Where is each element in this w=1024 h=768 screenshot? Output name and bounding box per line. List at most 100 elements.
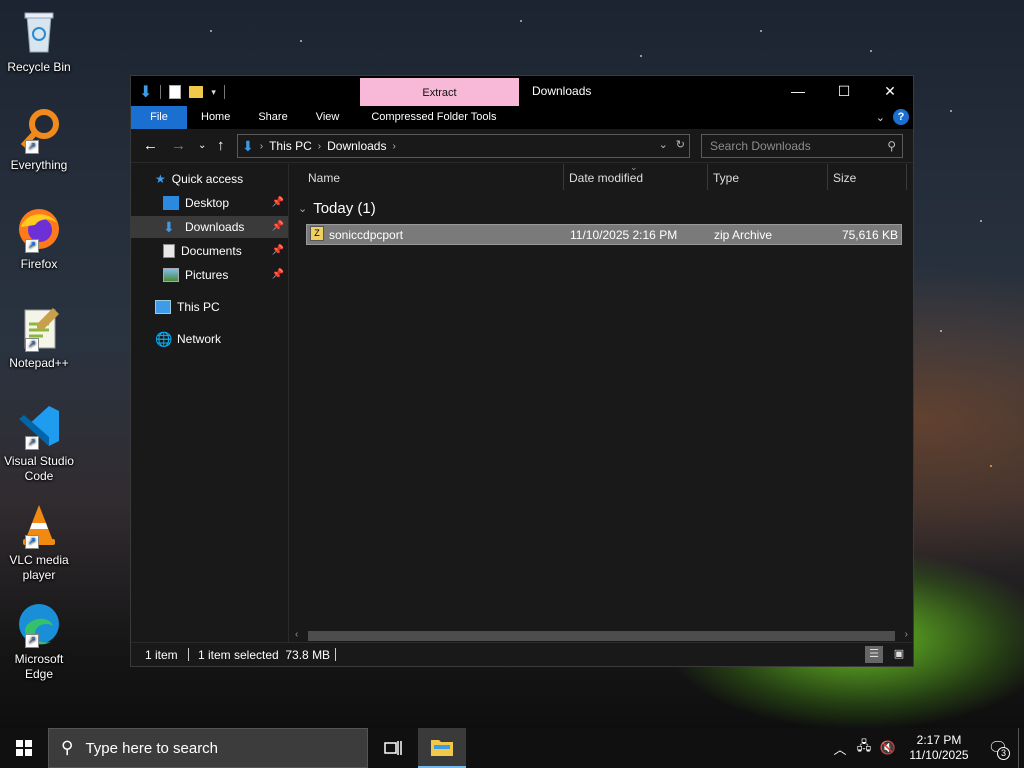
column-name[interactable]: Name bbox=[308, 171, 340, 185]
download-arrow-icon: ⬇ bbox=[139, 84, 153, 101]
pin-icon[interactable]: 📌 bbox=[272, 192, 284, 214]
desktop-icon-label: Firefox bbox=[20, 257, 58, 271]
extract-contextual-tab[interactable]: Extract bbox=[360, 78, 519, 106]
nav-item-downloads[interactable]: ⬇ Downloads 📌 bbox=[131, 216, 288, 238]
column-date-modified[interactable]: Date modified bbox=[569, 171, 643, 185]
edge-icon: ↗ bbox=[15, 600, 63, 648]
zip-file-icon: Z bbox=[310, 226, 324, 241]
desktop-icon-everything[interactable]: ↗ Everything bbox=[2, 106, 76, 173]
address-bar[interactable]: ⬇ › This PC › Downloads › ⌄ ↻ bbox=[237, 134, 690, 158]
maximize-button[interactable]: ☐ bbox=[821, 76, 867, 106]
shortcut-arrow-icon: ↗ bbox=[25, 535, 39, 549]
taskbar-search-box[interactable]: ⚲ Type here to search bbox=[48, 728, 368, 768]
nav-item-pictures[interactable]: Pictures 📌 bbox=[163, 264, 288, 286]
collapse-chevron-icon: ⌄ bbox=[298, 203, 308, 215]
nav-label: Quick access bbox=[171, 172, 244, 186]
breadcrumb-this-pc[interactable]: This PC bbox=[263, 139, 318, 153]
new-folder-icon[interactable] bbox=[189, 86, 204, 98]
status-bar: 1 item 1 item selected 73.8 MB ☰ ▣ bbox=[131, 642, 913, 666]
navigation-pane: ★ Quick access Desktop 📌 ⬇ Downloads 📌 D… bbox=[131, 164, 289, 644]
desktop-icon-vscode[interactable]: ↗ Visual Studio Code bbox=[2, 402, 76, 484]
pin-icon[interactable]: 📌 bbox=[272, 240, 284, 262]
shortcut-arrow-icon: ↗ bbox=[25, 634, 39, 648]
tab-share[interactable]: Share bbox=[244, 106, 301, 129]
taskbar-search-placeholder: Type here to search bbox=[85, 739, 219, 757]
search-input[interactable]: Search Downloads ⚲ bbox=[701, 134, 903, 158]
scrollbar-thumb[interactable] bbox=[308, 631, 895, 641]
nav-label: Pictures bbox=[185, 268, 229, 282]
column-size[interactable]: Size bbox=[833, 171, 856, 185]
desktop-icon-label: Microsoft Edge bbox=[14, 652, 64, 681]
everything-search-icon: ↗ bbox=[15, 106, 63, 154]
show-hidden-icons-icon[interactable]: ︿ bbox=[828, 739, 852, 758]
back-arrow-icon[interactable]: ← bbox=[143, 137, 158, 154]
help-icon[interactable]: ? bbox=[893, 109, 909, 125]
file-explorer-window[interactable]: ⬇ ▾ Extract Downloads — ☐ ✕ File Home Sh… bbox=[130, 75, 914, 667]
file-explorer-icon bbox=[431, 740, 453, 756]
desktop-icon-label: Recycle Bin bbox=[7, 60, 71, 74]
customize-qat-icon[interactable]: ▾ bbox=[211, 87, 216, 98]
address-dropdown-icon[interactable]: ⌄ bbox=[659, 138, 668, 151]
star-icon: ★ bbox=[155, 172, 166, 186]
file-name: soniccdpcport bbox=[329, 228, 404, 242]
notification-count: 3 bbox=[997, 747, 1010, 760]
nav-item-documents[interactable]: Documents 📌 bbox=[163, 240, 288, 262]
nav-this-pc[interactable]: This PC bbox=[155, 296, 220, 318]
desktop-icon-notepad-plus-plus[interactable]: ↗ Notepad++ bbox=[2, 304, 76, 371]
clock[interactable]: 2:17 PM 11/10/2025 bbox=[900, 733, 978, 763]
column-type[interactable]: Type bbox=[713, 171, 739, 185]
recent-locations-chevron-icon[interactable]: ⌄ bbox=[198, 140, 206, 151]
task-view-icon bbox=[384, 741, 402, 755]
desktop-icon-firefox[interactable]: ↗ Firefox bbox=[2, 205, 76, 272]
desktop-icon-vlc[interactable]: ↗ VLC media player bbox=[2, 501, 76, 583]
network-status-icon[interactable]: 🖧 bbox=[852, 737, 876, 759]
desktop-icon-edge[interactable]: ↗ Microsoft Edge bbox=[2, 600, 76, 682]
nav-item-desktop[interactable]: Desktop 📌 bbox=[163, 192, 288, 214]
nav-quick-access[interactable]: ★ Quick access bbox=[155, 168, 243, 190]
shortcut-arrow-icon: ↗ bbox=[25, 239, 39, 253]
firefox-icon: ↗ bbox=[15, 205, 63, 253]
tab-view[interactable]: View bbox=[302, 106, 354, 129]
start-button[interactable] bbox=[0, 728, 48, 768]
properties-icon[interactable] bbox=[169, 85, 182, 99]
file-row[interactable]: Z soniccdpcport 11/10/2025 2:16 PM zip A… bbox=[306, 224, 902, 245]
nav-label: Desktop bbox=[185, 196, 230, 210]
expand-ribbon-icon[interactable]: ⌄ bbox=[876, 111, 885, 124]
group-header-today[interactable]: ⌄ Today (1) bbox=[298, 200, 376, 217]
action-center-button[interactable]: 🗨 3 bbox=[978, 728, 1018, 768]
nav-label: This PC bbox=[177, 300, 220, 314]
ribbon-tabs: File Home Share View Compressed Folder T… bbox=[131, 106, 913, 129]
volume-muted-icon[interactable]: 🔇 bbox=[876, 740, 900, 756]
downloads-location-icon: ⬇ bbox=[242, 137, 254, 154]
desktop-icon-recycle-bin[interactable]: Recycle Bin bbox=[2, 8, 76, 75]
title-bar[interactable]: ⬇ ▾ Extract Downloads — ☐ ✕ bbox=[131, 76, 913, 106]
clock-date: 11/10/2025 bbox=[909, 748, 969, 762]
desktop-icon-label: Notepad++ bbox=[9, 356, 69, 370]
close-button[interactable]: ✕ bbox=[867, 76, 913, 106]
pin-icon[interactable]: 📌 bbox=[272, 264, 284, 286]
system-tray: ︿ 🖧 🔇 2:17 PM 11/10/2025 🗨 3 bbox=[828, 728, 1024, 768]
search-icon: ⚲ bbox=[887, 139, 896, 153]
tab-home[interactable]: Home bbox=[187, 106, 244, 129]
clock-time: 2:17 PM bbox=[916, 733, 962, 747]
pin-icon[interactable]: 📌 bbox=[272, 216, 284, 238]
refresh-icon[interactable]: ↻ bbox=[676, 138, 685, 151]
tab-compressed-folder-tools[interactable]: Compressed Folder Tools bbox=[357, 106, 510, 129]
large-icons-view-icon[interactable]: ▣ bbox=[890, 646, 908, 663]
show-desktop-button[interactable] bbox=[1018, 728, 1024, 768]
shortcut-arrow-icon: ↗ bbox=[25, 436, 39, 450]
nav-network[interactable]: 🌐 Network bbox=[155, 328, 221, 350]
forward-arrow-icon[interactable]: → bbox=[171, 137, 186, 154]
task-view-button[interactable] bbox=[373, 728, 413, 768]
tab-file[interactable]: File bbox=[131, 106, 187, 129]
downloads-folder-icon: ⬇ bbox=[163, 219, 175, 235]
scroll-left-icon[interactable]: ‹ bbox=[295, 629, 298, 640]
scroll-right-icon[interactable]: › bbox=[905, 629, 908, 640]
desktop-icon-label: Visual Studio Code bbox=[4, 454, 74, 483]
up-arrow-icon[interactable]: ↑ bbox=[217, 137, 225, 154]
taskbar-file-explorer[interactable] bbox=[418, 728, 466, 768]
minimize-button[interactable]: — bbox=[775, 76, 821, 106]
file-size: 75,616 KB bbox=[841, 228, 898, 242]
breadcrumb-downloads[interactable]: Downloads bbox=[321, 139, 392, 153]
details-view-icon[interactable]: ☰ bbox=[865, 646, 883, 663]
